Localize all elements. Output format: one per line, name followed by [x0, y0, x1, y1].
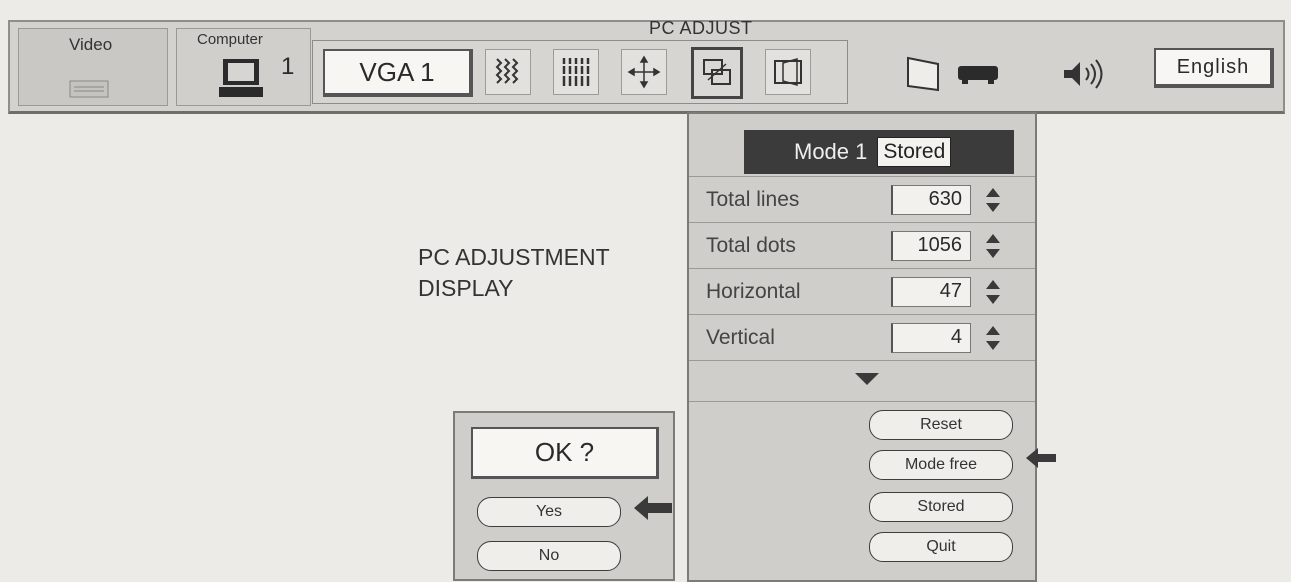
input-source-button[interactable]: VGA 1: [323, 49, 473, 97]
pointer-arrow-icon: [634, 496, 672, 520]
mode-label: Mode 1: [794, 139, 868, 164]
row-vertical[interactable]: Vertical 4: [689, 314, 1035, 360]
pc-adjustment-panel: Mode 1 Stored Total lines 630 Total dots…: [687, 112, 1037, 582]
stored-button-label: Stored: [917, 498, 965, 515]
projector-icon[interactable]: [954, 60, 1004, 88]
mode-header: Mode 1 Stored: [744, 130, 1014, 174]
horizontal-spinner-icon[interactable]: [983, 278, 1003, 306]
speaker-icon[interactable]: [1060, 56, 1112, 92]
total-dots-value[interactable]: 1056: [891, 230, 971, 261]
computer-number: 1: [281, 53, 295, 80]
vertical-value[interactable]: 4: [891, 322, 971, 353]
fine-sync-icon: [495, 58, 519, 84]
yes-button-label: Yes: [535, 503, 563, 520]
total-dots-spinner-icon[interactable]: [983, 232, 1003, 260]
tab-computer-label: Computer: [197, 31, 263, 48]
figure-caption: PC ADJUSTMENT DISPLAY: [418, 242, 610, 304]
reset-button[interactable]: Reset: [869, 410, 1013, 440]
confirm-question: OK ?: [471, 427, 659, 479]
mode-status-badge: Stored: [877, 137, 952, 167]
row-horizontal[interactable]: Horizontal 47: [689, 268, 1035, 314]
pc-adjust-toolbar: VGA 1: [312, 40, 848, 104]
pc-adjust-icon: [703, 59, 731, 85]
row-total-lines[interactable]: Total lines 630: [689, 176, 1035, 222]
mode-free-button-label: Mode free: [904, 456, 978, 473]
position-button[interactable]: [621, 49, 667, 95]
tab-video[interactable]: Video: [18, 28, 168, 106]
screen-icon[interactable]: [904, 54, 944, 94]
computer-icon: [217, 57, 265, 99]
pointer-arrow-icon: [1026, 448, 1056, 468]
vertical-spinner-icon[interactable]: [983, 324, 1003, 352]
tab-video-label: Video: [69, 35, 113, 54]
stored-button[interactable]: Stored: [869, 492, 1013, 522]
total-lines-value[interactable]: 630: [891, 184, 971, 215]
screen-size-button[interactable]: [765, 49, 811, 95]
mode-free-button[interactable]: Mode free: [869, 450, 1013, 480]
screen-size-icon: [774, 58, 802, 86]
total-dots-label: Total dots: [706, 233, 796, 257]
vertical-label: Vertical: [706, 325, 775, 349]
row-more[interactable]: [689, 360, 1035, 402]
yes-button[interactable]: Yes: [477, 497, 621, 527]
no-button-label: No: [538, 547, 560, 564]
horizontal-label: Horizontal: [706, 279, 801, 303]
caption-line-1: PC ADJUSTMENT: [418, 244, 610, 270]
position-icon: [627, 55, 661, 89]
row-total-dots[interactable]: Total dots 1056: [689, 222, 1035, 268]
no-button[interactable]: No: [477, 541, 621, 571]
caption-line-2: DISPLAY: [418, 275, 514, 301]
language-label: English: [1176, 55, 1250, 78]
menu-bar: Video Computer 1 PC ADJUST VGA 1 English: [8, 18, 1285, 114]
reset-button-label: Reset: [920, 416, 962, 433]
total-dots-button[interactable]: [553, 49, 599, 95]
pc-adjust-label: PC ADJUST: [649, 18, 753, 38]
quit-button[interactable]: Quit: [869, 532, 1013, 562]
quit-button-label: Quit: [926, 538, 956, 555]
video-icon: [69, 79, 109, 99]
fine-sync-button[interactable]: [485, 49, 531, 95]
total-dots-icon: [561, 58, 591, 86]
horizontal-value[interactable]: 47: [891, 276, 971, 307]
pc-adjust-button[interactable]: [691, 47, 743, 99]
total-lines-label: Total lines: [706, 187, 800, 211]
confirm-question-text: OK ?: [534, 437, 595, 467]
input-source-label: VGA 1: [359, 56, 435, 87]
scroll-down-icon[interactable]: [855, 373, 879, 387]
language-button[interactable]: English: [1154, 48, 1274, 88]
total-lines-spinner-icon[interactable]: [983, 186, 1003, 214]
tab-computer[interactable]: Computer 1: [176, 28, 311, 106]
